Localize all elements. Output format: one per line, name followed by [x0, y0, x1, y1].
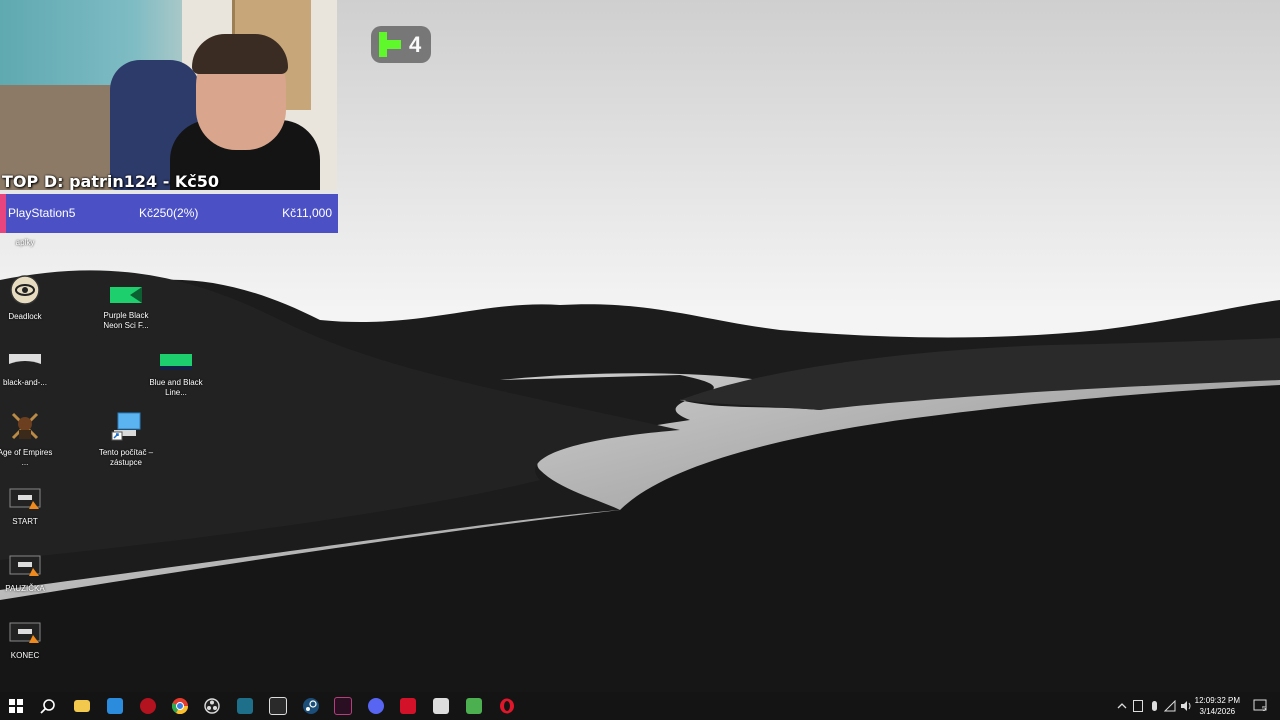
desktop: TOP D: patrin124 - Kč50 PlayStation5 Kč2… — [0, 0, 1280, 692]
show-hidden-icons[interactable] — [1114, 692, 1130, 720]
microphone-icon — [1151, 701, 1157, 711]
desktop-icon-label: Age of Empires ... — [0, 448, 53, 467]
volume-icon — [1181, 701, 1191, 711]
image-file-icon — [110, 287, 142, 303]
chrome-icon — [172, 698, 188, 714]
opera-icon — [500, 698, 514, 714]
start-button[interactable] — [0, 692, 32, 720]
wifi-icon — [1164, 700, 1176, 712]
taskbar-amd[interactable] — [392, 692, 424, 720]
image-file-icon — [9, 354, 41, 370]
desktop-icon-aplky[interactable]: aplky — [0, 238, 53, 248]
taskbar-obs[interactable] — [196, 692, 228, 720]
desktop-icon-label: PAUZIČKA — [5, 584, 45, 593]
notification-count: 5 — [1262, 706, 1266, 713]
top-donation-text: TOP D: patrin124 - Kč50 — [2, 172, 220, 190]
desktop-icon-label: Blue and Black Line... — [149, 378, 203, 397]
taskbar-minecraft[interactable] — [458, 692, 490, 720]
video-file-icon — [9, 555, 41, 576]
tray-device[interactable] — [1130, 692, 1146, 720]
video-file-icon — [9, 622, 41, 643]
image-file-icon — [160, 354, 192, 370]
tray-microphone[interactable] — [1146, 692, 1162, 720]
taskbar-vegas[interactable] — [327, 692, 359, 720]
chevron-up-icon — [1117, 703, 1127, 709]
goal-target: Kč11,000 — [282, 206, 332, 220]
desktop-icon-pauzicka[interactable]: PAUZIČKA — [0, 554, 53, 594]
taskbar-store[interactable] — [99, 692, 131, 720]
clock[interactable]: 12:09:32 PM 3/14/2026 — [1195, 695, 1240, 717]
terminal-icon — [237, 698, 253, 714]
tray-volume[interactable] — [1178, 692, 1194, 720]
antivirus-icon — [140, 698, 156, 714]
taskbar-chrome[interactable] — [164, 692, 196, 720]
tray-network[interactable] — [1162, 692, 1178, 720]
desktop-icon-age-of-empires[interactable]: Age of Empires ... — [0, 410, 53, 468]
desktop-icon-start[interactable]: START — [0, 487, 53, 527]
taskbar-terminal[interactable] — [229, 692, 261, 720]
desktop-icon-blue-black-line[interactable]: Blue and Black Line... — [148, 352, 204, 398]
taskbar-epic-games[interactable] — [262, 692, 294, 720]
desktop-icon-label: Deadlock — [8, 312, 42, 321]
steam-icon — [303, 698, 319, 714]
amd-icon — [400, 698, 416, 714]
clock-date: 3/14/2026 — [1199, 707, 1236, 716]
search-button[interactable] — [32, 692, 64, 720]
desktop-icon-label: KONEC — [10, 651, 40, 660]
taskbar-opera[interactable] — [491, 692, 523, 720]
webcam-overlay: TOP D: patrin124 - Kč50 — [0, 0, 337, 190]
donation-goal-bar: PlayStation5 Kč250(2%) Kč11,000 — [0, 194, 338, 233]
desktop-icon-label: Purple Black Neon Sci F... — [103, 311, 149, 330]
goal-name: PlayStation5 — [8, 206, 76, 220]
desktop-icon-label: Tento počítač – zástupce — [98, 448, 154, 467]
desktop-icon-black-and[interactable]: black-and-... — [0, 352, 53, 388]
desktop-icon-deadlock[interactable]: Deadlock — [0, 274, 53, 322]
goal-raised: Kč250(2%) — [139, 206, 199, 220]
creeper-icon — [433, 698, 449, 714]
windows-logo-icon — [9, 699, 23, 713]
taskbar-file-explorer[interactable] — [66, 692, 98, 720]
vegas-icon — [334, 697, 352, 715]
desktop-icon-this-pc[interactable]: Tento počítač – zástupce — [98, 410, 154, 468]
taskbar-steam[interactable] — [295, 692, 327, 720]
kick-viewer-badge: 4 — [371, 26, 431, 63]
discord-icon — [368, 698, 384, 714]
store-icon — [107, 698, 123, 714]
minecraft-icon — [466, 698, 482, 714]
computer-icon — [111, 412, 141, 441]
taskbar: 12:09:32 PM 3/14/2026 5 — [0, 692, 1280, 720]
desktop-icon-purple-black-neon[interactable]: Purple Black Neon Sci F... — [98, 285, 154, 331]
desktop-icon-label: START — [12, 517, 38, 526]
desktop-icon-label: black-and-... — [2, 378, 48, 387]
goal-progress-fill — [0, 194, 6, 233]
epic-games-icon — [269, 697, 287, 715]
taskbar-antivirus[interactable] — [132, 692, 164, 720]
device-icon — [1133, 700, 1143, 712]
deadlock-icon — [10, 275, 40, 305]
clock-time: 12:09:32 PM — [1194, 696, 1240, 705]
video-file-icon — [9, 488, 41, 509]
desktop-icon-konec[interactable]: KONEC — [0, 621, 53, 661]
kick-logo-icon — [379, 32, 401, 57]
taskbar-creeper[interactable] — [425, 692, 457, 720]
file-explorer-icon — [74, 700, 90, 712]
age-of-empires-icon — [11, 412, 39, 440]
viewer-count: 4 — [409, 32, 422, 57]
desktop-icon-label: aplky — [15, 238, 35, 247]
search-icon — [40, 699, 55, 714]
notification-center-button[interactable]: 5 — [1250, 692, 1270, 720]
obs-icon — [204, 698, 220, 714]
taskbar-discord[interactable] — [360, 692, 392, 720]
